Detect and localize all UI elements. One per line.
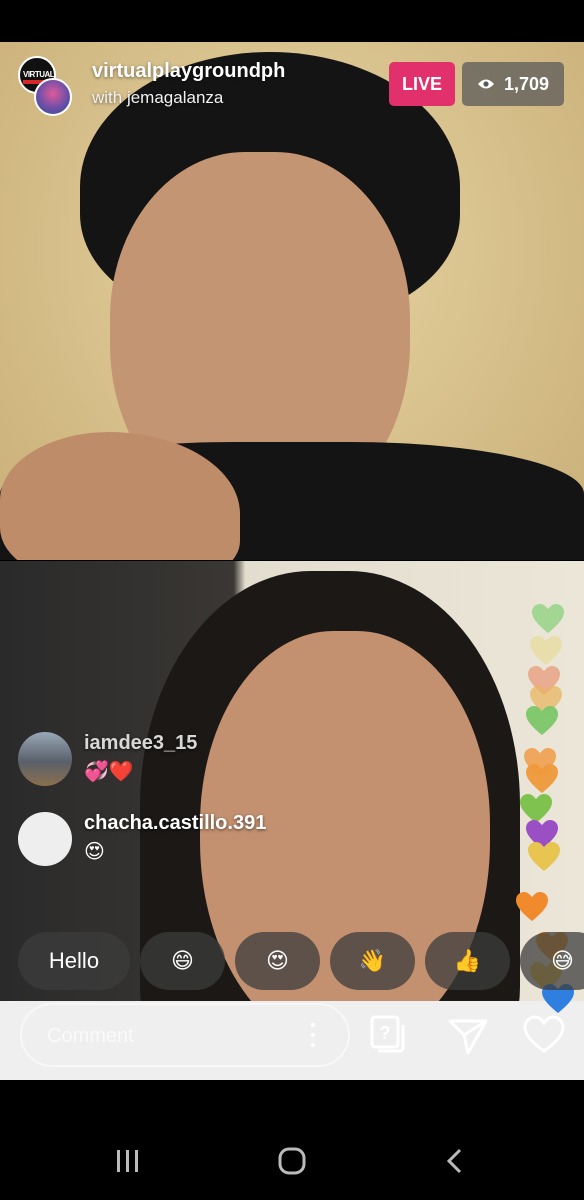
guest-line[interactable]: with jemagalanza [92, 88, 223, 108]
quick-reactions: Hello 😄 😍 👋 👍 😅 [18, 932, 584, 990]
viewer-count-badge[interactable]: 1,709 [462, 62, 564, 106]
quick-reply-heart-eyes[interactable]: 😍 [235, 932, 320, 990]
floating-heart-icon [532, 604, 564, 633]
eye-icon [477, 79, 494, 89]
recents-icon[interactable] [108, 1146, 148, 1176]
home-icon[interactable] [272, 1146, 312, 1176]
svg-text:?: ? [380, 1023, 391, 1043]
quick-reply-wave[interactable]: 👋 [330, 932, 415, 990]
more-dots-icon[interactable] [310, 1023, 316, 1051]
quick-reply-thumbs-up[interactable]: 👍 [425, 932, 510, 990]
floating-heart-icon [516, 892, 548, 921]
quick-reply-hello[interactable]: Hello [18, 932, 130, 990]
comment-item[interactable]: chacha.castillo.391 😍 [18, 812, 438, 868]
quick-reply-sweat-smile[interactable]: 😅 [520, 932, 584, 990]
guest-avatar[interactable] [34, 78, 72, 116]
comment-username[interactable]: iamdee3_15 [84, 732, 197, 755]
floating-heart-icon [526, 706, 558, 735]
status-area [0, 0, 584, 42]
comment-item[interactable]: iamdee3_15 💞❤️ [18, 732, 438, 788]
quick-reply-grin[interactable]: 😄 [140, 932, 225, 990]
comment-placeholder: Comment [47, 1025, 134, 1047]
comment-text: 💞❤️ [84, 761, 134, 783]
send-icon[interactable] [446, 1013, 490, 1057]
floating-heart-icon [526, 764, 558, 793]
comment-username[interactable]: chacha.castillo.391 [84, 812, 266, 835]
comment-text: 😍 [84, 841, 105, 863]
floating-heart-icon [530, 636, 562, 665]
avatar-stack[interactable]: VIRTUAL [18, 56, 74, 116]
question-stack-icon[interactable]: ? [366, 1013, 410, 1057]
floating-heart-icon [528, 842, 560, 871]
comment-input[interactable]: Comment [20, 1003, 350, 1067]
live-header: VIRTUAL virtualplaygroundph with jemagal… [0, 52, 584, 122]
avatar[interactable] [18, 812, 72, 866]
live-badge: LIVE [389, 62, 455, 106]
viewer-count: 1,709 [503, 73, 550, 94]
avatar[interactable] [18, 732, 72, 786]
host-username[interactable]: virtualplaygroundph [92, 60, 285, 83]
back-icon[interactable] [436, 1146, 476, 1176]
android-nav-bar [0, 1080, 584, 1200]
heart-outline-icon[interactable] [522, 1013, 566, 1057]
